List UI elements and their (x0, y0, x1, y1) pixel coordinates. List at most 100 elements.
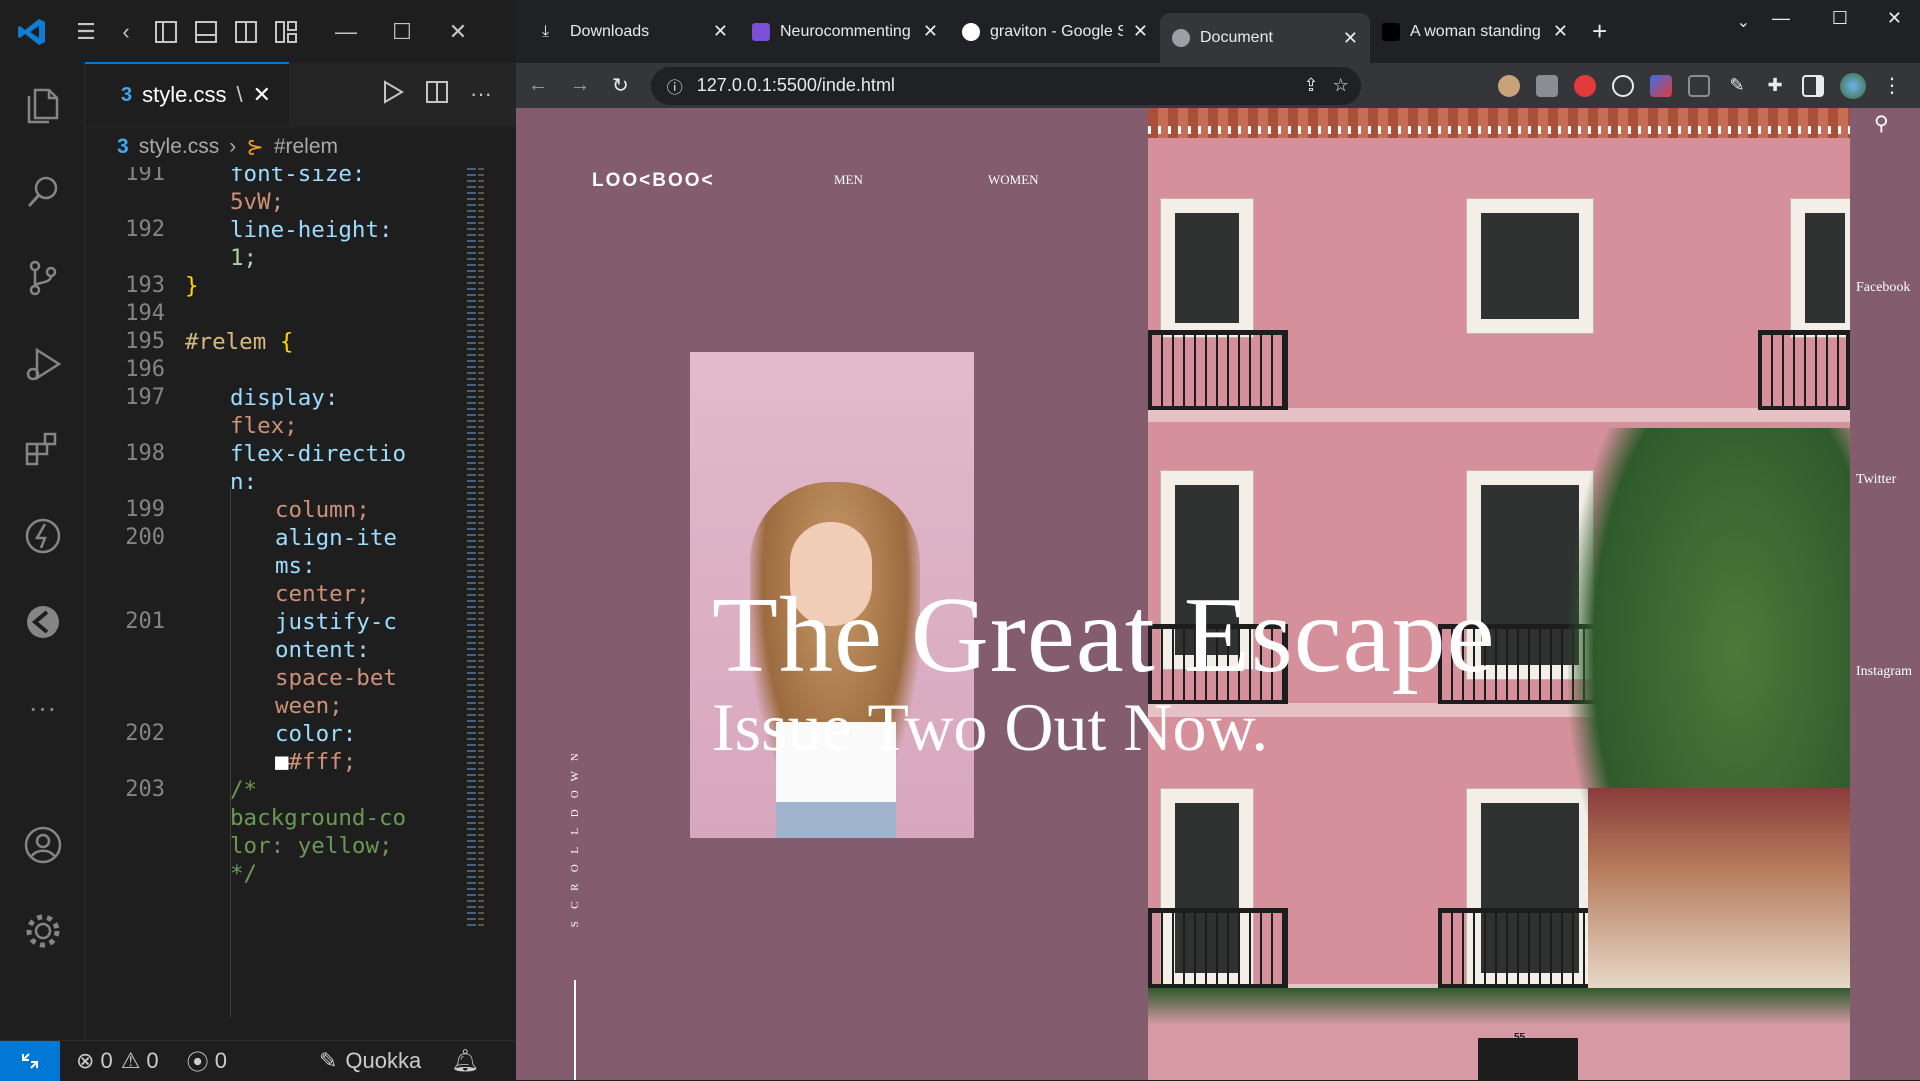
tab-close-icon[interactable]: ✕ (1133, 21, 1148, 42)
browser-maximize-icon[interactable]: ☐ (1832, 8, 1848, 29)
quokka-label[interactable]: Quokka (345, 1048, 421, 1074)
remote-indicator-icon[interactable] (0, 1040, 60, 1081)
breadcrumb-selector[interactable]: #relem (274, 135, 338, 159)
minimap[interactable] (467, 167, 487, 927)
code-line: ms: (275, 553, 316, 579)
nav-forward-icon[interactable]: → (570, 74, 590, 97)
code-token: #relem (185, 329, 280, 355)
extension-red-icon[interactable] (1574, 74, 1596, 97)
close-window-icon[interactable]: ✕ (440, 14, 476, 50)
extension-mail-icon[interactable] (1536, 74, 1558, 97)
extensions-icon[interactable] (0, 407, 85, 493)
toggle-panel-icon[interactable] (188, 14, 224, 50)
scroll-letter: L (568, 846, 581, 854)
nav-women[interactable]: WOMEN (988, 172, 1039, 188)
page-search-icon[interactable]: ⚲ (1874, 111, 1889, 136)
code-line: ■#fff; (275, 749, 356, 775)
side-panel-icon[interactable] (1802, 74, 1824, 97)
extension-color-icon[interactable] (1650, 74, 1672, 97)
more-icon[interactable]: ··· (0, 665, 85, 751)
code-token: column; (275, 497, 370, 523)
tab-close-icon[interactable]: ✕ (253, 82, 271, 108)
reload-icon[interactable]: ↻ (612, 73, 629, 98)
tab-style-css[interactable]: 3 style.css \ ✕ (85, 62, 290, 126)
editor-more-icon[interactable]: ··· (470, 81, 492, 107)
line-number: 196 (125, 357, 165, 382)
code-line: 1; (230, 245, 257, 271)
tab-close-icon[interactable]: ✕ (923, 21, 938, 42)
profile-avatar-icon[interactable] (1840, 72, 1866, 99)
remote-explorer-icon[interactable] (0, 579, 85, 665)
warning-icon[interactable]: ⚠ (121, 1048, 141, 1074)
bookmark-star-icon[interactable]: ☆ (1333, 75, 1349, 96)
url-bar[interactable]: ⓘ 127.0.0.1:5500/inde.html ⇪ ☆ (650, 66, 1361, 105)
extensions-puzzle-icon[interactable]: ✚ (1764, 75, 1786, 97)
quokka-icon[interactable]: ✎ (319, 1048, 337, 1074)
site-info-icon[interactable]: ⓘ (667, 74, 683, 98)
browser-minimize-icon[interactable]: — (1772, 8, 1790, 29)
notifications-bell-icon[interactable]: 🔔︎ (451, 1048, 479, 1074)
error-count[interactable]: 0 (100, 1048, 112, 1074)
nav-men[interactable]: MEN (834, 172, 863, 188)
warning-count[interactable]: 0 (146, 1048, 158, 1074)
social-instagram[interactable]: Instagram (1856, 664, 1912, 680)
code-token: #fff; (288, 749, 357, 775)
url-text[interactable]: 127.0.0.1:5500/inde.html (697, 75, 895, 96)
social-facebook[interactable]: Facebook (1856, 280, 1910, 296)
extension-react-icon[interactable] (1612, 74, 1634, 97)
share-icon[interactable]: ⇪ (1304, 75, 1319, 96)
extension-grid-icon[interactable] (1688, 74, 1710, 97)
vscode-titlebar: ☰ ‹ — ☐ ✕ (0, 0, 516, 63)
source-control-icon[interactable] (0, 235, 85, 321)
explorer-icon[interactable] (0, 63, 85, 149)
maximize-icon[interactable]: ☐ (384, 14, 420, 50)
door-number: 55 (1514, 1032, 1526, 1043)
nav-back-icon[interactable]: ← (528, 74, 548, 97)
search-icon[interactable] (0, 149, 85, 235)
social-twitter[interactable]: Twitter (1856, 472, 1896, 488)
customize-layout-icon[interactable] (268, 14, 304, 50)
code-line: align-ite (275, 525, 397, 551)
breadcrumb-chevron-icon: › (229, 135, 237, 158)
settings-gear-icon[interactable] (0, 896, 85, 966)
error-icon[interactable]: ⊗ (76, 1048, 94, 1074)
browser-tab[interactable]: Neurocommenting ✕ (740, 10, 950, 54)
ports-icon[interactable]: ⦿ (187, 1045, 209, 1077)
minimize-icon[interactable]: — (328, 14, 364, 50)
back-icon[interactable]: ‹ (108, 14, 144, 50)
split-editor-icon[interactable] (426, 80, 449, 108)
account-icon[interactable] (0, 810, 85, 880)
code-line: } (185, 273, 199, 299)
browser-close-icon[interactable]: ✕ (1887, 8, 1902, 29)
browser-tab[interactable]: graviton - Google S ✕ (950, 10, 1160, 54)
breadcrumb-file[interactable]: style.css (139, 135, 220, 159)
browser-tab[interactable]: A woman standing ✕ (1370, 10, 1580, 54)
extension-owl-icon[interactable] (1498, 74, 1520, 97)
toggle-sidebar-icon[interactable] (148, 14, 184, 50)
code-area[interactable]: 191 font-size: 5vW; 192 line-height: 1; 193} 19… (85, 167, 516, 1040)
tab-close-icon[interactable]: ✕ (1553, 21, 1568, 42)
scroll-down-label[interactable]: NWODLLORCS (568, 748, 582, 933)
browser-tab[interactable]: ⤓ Downloads ✕ (530, 10, 740, 54)
code-token: n: (230, 469, 258, 495)
browser-menu-icon[interactable]: ⋮ (1882, 73, 1902, 98)
code-token: font-size: (230, 167, 366, 187)
run-icon[interactable] (382, 79, 404, 109)
line-number: 195 (125, 329, 165, 354)
line-number: 192 (125, 217, 165, 242)
tab-close-icon[interactable]: ✕ (1343, 28, 1358, 49)
lightning-icon[interactable] (0, 493, 85, 579)
code-token: ■ (275, 749, 289, 775)
new-tab-icon[interactable]: + (1592, 16, 1607, 47)
toggle-secondary-sidebar-icon[interactable] (228, 14, 264, 50)
extension-eyedropper-icon[interactable]: ✎ (1726, 75, 1748, 97)
tab-close-icon[interactable]: ✕ (713, 21, 728, 42)
site-logo[interactable]: LOO<BOO< (592, 170, 715, 192)
browser-tab-title: Neurocommenting (780, 22, 911, 40)
browser-tab[interactable]: Document ✕ (1160, 13, 1370, 63)
code-token: 1; (230, 245, 258, 271)
ports-count[interactable]: 0 (215, 1048, 227, 1074)
run-debug-icon[interactable] (0, 321, 85, 407)
menu-icon[interactable]: ☰ (68, 14, 104, 50)
tab-search-icon[interactable]: ⌄ (1737, 12, 1750, 32)
